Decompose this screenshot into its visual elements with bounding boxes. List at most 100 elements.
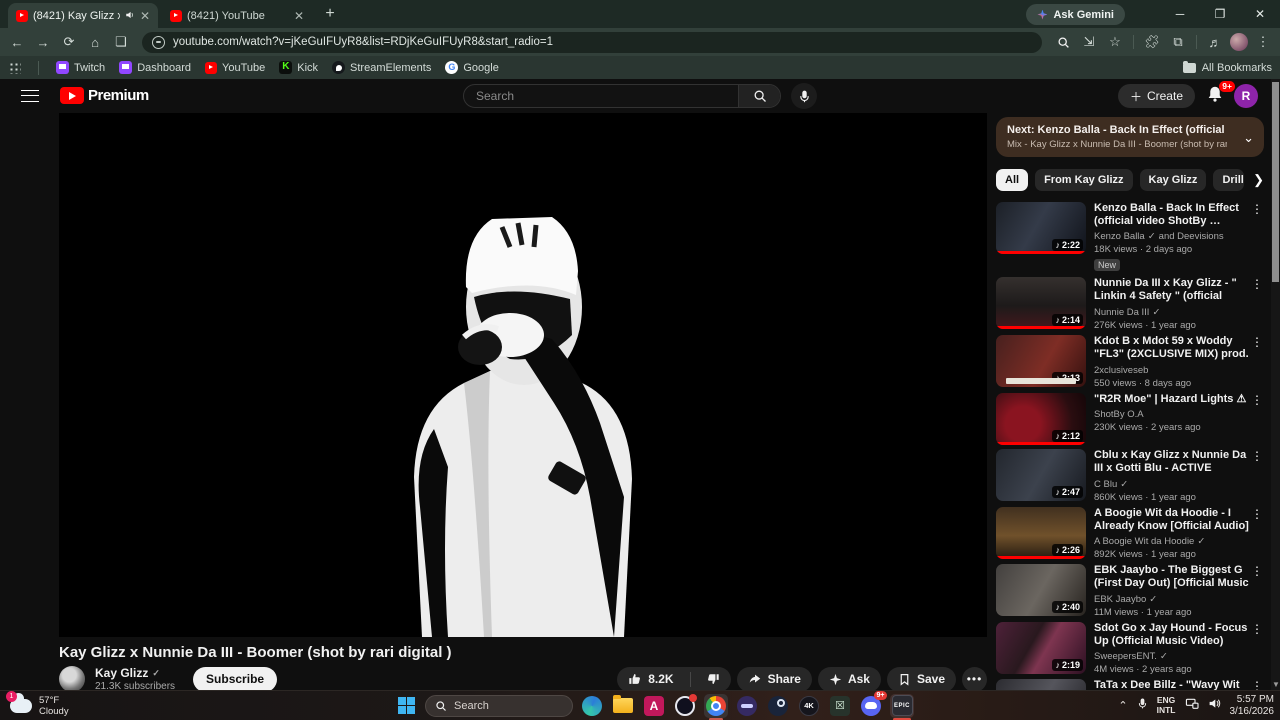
launchpad-app-icon[interactable]	[735, 694, 759, 718]
tray-volume-icon[interactable]	[1208, 697, 1221, 715]
language-indicator[interactable]: ENG INTL	[1157, 695, 1176, 715]
close-window-button[interactable]: ✕	[1240, 0, 1280, 28]
bookmark-youtube[interactable]: YouTube	[205, 61, 265, 74]
suggestion-item[interactable]: ♪ 2:19 Sdot Go x Jay Hound - Focus Up (Of…	[996, 622, 1264, 675]
item-menu-icon[interactable]: ⋮	[1250, 507, 1264, 560]
chip-all[interactable]: All	[996, 169, 1029, 191]
like-button[interactable]: 8.2K	[617, 667, 683, 691]
item-menu-icon[interactable]: ⋮	[1250, 564, 1264, 618]
video-thumbnail[interactable]: ♪ 2:14	[996, 277, 1086, 329]
bookmark-kick[interactable]: Kick	[279, 61, 318, 74]
suggestion-item[interactable]: ♪ 2:47 Cblu x Kay Glizz x Nunnie Da III x…	[996, 449, 1264, 503]
user-avatar[interactable]: R	[1234, 84, 1258, 108]
suggestion-item[interactable]: ♪1:59 TaTa x Dee Billz - "Wavy Wit 30" (…	[996, 679, 1264, 690]
video-thumbnail[interactable]: ♪ 2:40	[996, 564, 1086, 616]
suggestion-item[interactable]: ♪ 2:40 EBK Jaaybo - The Biggest G (First …	[996, 564, 1264, 618]
item-menu-icon[interactable]: ⋮	[1250, 449, 1264, 503]
tab-background[interactable]: (8421) YouTube ✕	[162, 3, 312, 28]
chip-from-channel[interactable]: From Kay Glizz	[1035, 169, 1133, 191]
menu-kebab-icon[interactable]: ⋮	[1252, 31, 1274, 53]
item-menu-icon[interactable]: ⋮	[1250, 622, 1264, 675]
back-icon[interactable]: ←	[6, 31, 28, 53]
save-button[interactable]: Save	[886, 666, 956, 690]
video-thumbnail[interactable]: ♪1:59	[996, 679, 1086, 690]
item-menu-icon[interactable]: ⋮	[1250, 202, 1264, 273]
subscribe-button[interactable]: Subscribe	[193, 666, 278, 690]
dislike-button[interactable]	[697, 667, 731, 691]
apps-grid-icon[interactable]	[8, 61, 21, 74]
guide-menu-icon[interactable]	[21, 89, 39, 102]
home-icon[interactable]: ⌂	[84, 31, 106, 53]
video-player[interactable]	[59, 113, 987, 637]
install-icon[interactable]: ⇲	[1078, 31, 1100, 53]
share-button[interactable]: Share	[736, 666, 812, 690]
scrollbar-thumb[interactable]	[1272, 82, 1279, 282]
minimize-button[interactable]: ─	[1160, 0, 1200, 28]
create-button[interactable]: ＋ Create	[1117, 84, 1195, 108]
browser-profile-avatar[interactable]	[1230, 33, 1248, 51]
suggestion-item[interactable]: ♪ 2:22 Kenzo Balla - Back In Effect (offi…	[996, 202, 1264, 273]
tray-chevron-icon[interactable]: ⌃	[1118, 699, 1127, 712]
tab-current[interactable]: (8421) Kay Glizz x Nunnie D ✕	[8, 3, 158, 28]
x-app-icon[interactable]: ☒	[828, 694, 852, 718]
all-bookmarks-button[interactable]: All Bookmarks	[1182, 60, 1272, 74]
item-menu-icon[interactable]: ⋮	[1250, 277, 1264, 331]
voice-search-button[interactable]	[791, 83, 817, 109]
taskbar-search[interactable]: Search	[425, 694, 573, 717]
video-thumbnail[interactable]: ♪ 2:22	[996, 202, 1086, 254]
video-thumbnail[interactable]: ♪ 2:13	[996, 335, 1086, 387]
bookmark-streamelements[interactable]: StreamElements	[332, 61, 431, 74]
steam-icon[interactable]	[766, 694, 790, 718]
video-thumbnail[interactable]: ♪ 2:26	[996, 507, 1086, 559]
close-tab-icon[interactable]: ✕	[294, 9, 304, 23]
tab-search-icon[interactable]: ⧉	[1167, 31, 1189, 53]
channel-name[interactable]: Kay Glizz	[95, 666, 148, 680]
obs-icon[interactable]	[673, 693, 697, 718]
suggestion-item[interactable]: ♪ 2:26 A Boogie Wit da Hoodie - I Already…	[996, 507, 1264, 560]
youtube-premium-logo[interactable]: Premium	[60, 87, 149, 104]
start-button[interactable]	[394, 694, 418, 718]
zoom-icon[interactable]	[1052, 31, 1074, 53]
chevron-right-icon[interactable]: ❯	[1253, 172, 1264, 188]
bookmark-dashboard[interactable]: Dashboard	[119, 61, 191, 74]
forward-icon[interactable]: →	[32, 31, 54, 53]
chip-drill-music[interactable]: Drill music	[1213, 169, 1245, 191]
epic-games-icon[interactable]: EPIC	[890, 693, 914, 720]
item-menu-icon[interactable]: ⋮	[1250, 393, 1264, 445]
edge-icon[interactable]	[580, 694, 604, 718]
restore-button[interactable]: ❐	[1200, 0, 1240, 28]
item-menu-icon[interactable]: ⋮	[1250, 679, 1264, 690]
reload-icon[interactable]: ⟳	[58, 31, 80, 53]
search-input[interactable]	[464, 85, 738, 107]
4k-downloader-icon[interactable]: 4K	[797, 694, 821, 718]
bookmark-twitch[interactable]: Twitch	[56, 61, 105, 74]
notifications-button[interactable]: 9+	[1206, 81, 1235, 107]
page-scrollbar[interactable]: ▼	[1271, 79, 1280, 690]
more-actions-button[interactable]: •••	[962, 666, 987, 690]
new-tab-button[interactable]: +	[318, 2, 342, 26]
discord-icon[interactable]: 9+	[859, 690, 887, 718]
item-menu-icon[interactable]: ⋮	[1250, 335, 1264, 389]
chip-channel[interactable]: Kay Glizz	[1139, 169, 1207, 191]
search-button[interactable]	[738, 85, 780, 107]
ask-button[interactable]: Ask	[817, 666, 881, 690]
tray-mic-icon[interactable]	[1137, 697, 1148, 715]
suggestion-item[interactable]: ♪ 2:13 Kdot B x Mdot 59 x Woddy "FL3" (2X…	[996, 335, 1264, 389]
video-thumbnail[interactable]: ♪ 2:47	[996, 449, 1086, 501]
suggestion-item[interactable]: ♪ 2:14 Nunnie Da III x Kay Glizz - " Link…	[996, 277, 1264, 331]
audio-playing-icon[interactable]	[125, 10, 135, 22]
clock[interactable]: 5:57 PM 3/16/2026	[1230, 694, 1275, 718]
scrollbar-down-arrow[interactable]: ▼	[1272, 680, 1280, 689]
chevron-down-icon[interactable]: ⌄	[1243, 130, 1254, 146]
tray-network-icon[interactable]	[1185, 697, 1199, 715]
bookmark-google[interactable]: Google	[445, 61, 499, 74]
suggestion-item[interactable]: ♪ 2:12 "R2R Moe" | Hazard Lights ⚠ ShotBy…	[996, 393, 1264, 445]
queue-icon[interactable]: ♬	[1204, 31, 1226, 53]
bookmark-star-icon[interactable]: ☆	[1104, 31, 1126, 53]
address-bar[interactable]: youtube.com/watch?v=jKeGuIFUyR8&list=RDj…	[142, 31, 1042, 53]
weather-widget[interactable]: 1 57°F Cloudy	[6, 690, 69, 717]
file-explorer-icon[interactable]	[611, 694, 635, 718]
close-tab-icon[interactable]: ✕	[140, 9, 150, 23]
site-info-icon[interactable]	[152, 35, 165, 49]
side-panel-icon[interactable]: ❏	[110, 31, 132, 53]
